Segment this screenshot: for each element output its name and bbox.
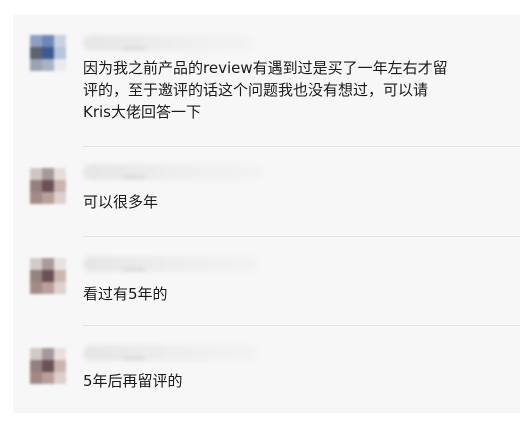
avatar-mosaic-cell: [42, 168, 54, 180]
avatar-mosaic-cell: [30, 270, 42, 282]
avatar[interactable]: [30, 35, 66, 71]
avatar[interactable]: [30, 168, 66, 204]
avatar-mosaic-cell: [30, 192, 42, 204]
avatar-mosaic-cell: [54, 192, 66, 204]
avatar-mosaic-cell: [42, 35, 54, 47]
avatar-mosaic-cell: [42, 47, 54, 59]
comment-item: 5年后再留评的: [13, 326, 520, 413]
avatar-mosaic-cell: [54, 59, 66, 71]
author-name-redacted[interactable]: [83, 35, 253, 51]
avatar-mosaic-cell: [30, 282, 42, 294]
avatar-mosaic-cell: [30, 47, 42, 59]
avatar-mosaic-cell: [54, 47, 66, 59]
avatar-mosaic-cell: [42, 180, 54, 192]
comment-text: 5年后再留评的: [83, 372, 183, 390]
avatar-mosaic-cell: [30, 168, 42, 180]
comment-text: 看过有5年的: [83, 285, 168, 303]
avatar-mosaic-cell: [42, 192, 54, 204]
comment-thread: 因为我之前产品的review有遇到过是买了一年左右才留 评的，至于邀评的话这个问…: [13, 15, 520, 413]
avatar-mosaic-cell: [30, 360, 42, 372]
comment-item: 因为我之前产品的review有遇到过是买了一年左右才留 评的，至于邀评的话这个问…: [13, 15, 520, 145]
avatar-mosaic-cell: [42, 282, 54, 294]
avatar-mosaic-cell: [42, 348, 54, 360]
avatar-mosaic-cell: [42, 59, 54, 71]
author-name-redacted[interactable]: [83, 345, 258, 361]
avatar[interactable]: [30, 348, 66, 384]
comment-item: 可以很多年: [13, 147, 520, 235]
comment-text: 因为我之前产品的review有遇到过是买了一年左右才留 评的，至于邀评的话这个问…: [83, 59, 448, 121]
avatar-mosaic-cell: [42, 258, 54, 270]
avatar-mosaic-cell: [54, 282, 66, 294]
avatar-mosaic-cell: [30, 372, 42, 384]
avatar-mosaic-cell: [42, 360, 54, 372]
avatar-mosaic-cell: [30, 35, 42, 47]
avatar-mosaic-cell: [30, 180, 42, 192]
avatar-mosaic-cell: [54, 168, 66, 180]
avatar-mosaic-cell: [30, 59, 42, 71]
avatar-mosaic-cell: [54, 372, 66, 384]
avatar-mosaic-cell: [54, 180, 66, 192]
avatar[interactable]: [30, 258, 66, 294]
comment-text: 可以很多年: [83, 193, 159, 211]
author-name-redacted[interactable]: [83, 256, 258, 272]
avatar-mosaic-cell: [54, 348, 66, 360]
avatar-mosaic-cell: [54, 270, 66, 282]
avatar-mosaic-cell: [30, 258, 42, 270]
avatar-mosaic-cell: [30, 348, 42, 360]
author-name-redacted[interactable]: [83, 164, 263, 180]
avatar-mosaic-cell: [54, 35, 66, 47]
avatar-mosaic-cell: [42, 270, 54, 282]
comment-item: 看过有5年的: [13, 237, 520, 325]
avatar-mosaic-cell: [42, 372, 54, 384]
avatar-mosaic-cell: [54, 360, 66, 372]
avatar-mosaic-cell: [54, 258, 66, 270]
